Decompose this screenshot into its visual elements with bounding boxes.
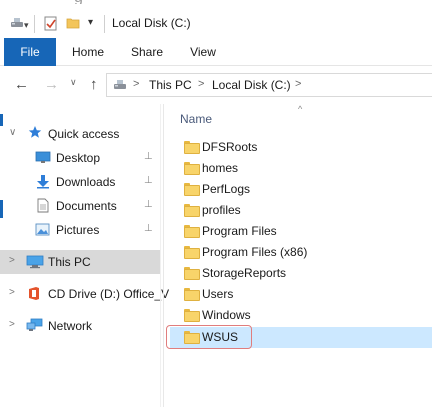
separator bbox=[34, 15, 35, 33]
nav-item-pictures[interactable]: Pictures ⊥ bbox=[0, 218, 160, 242]
folder-icon bbox=[184, 225, 200, 238]
back-arrow-icon[interactable]: ← bbox=[14, 76, 29, 93]
nav-item-label: Quick access bbox=[48, 127, 120, 141]
file-name: Program Files bbox=[202, 224, 277, 238]
tab-file[interactable]: File bbox=[4, 38, 56, 66]
folder-icon bbox=[184, 246, 200, 259]
list-item-dfsroots[interactable]: DFSRoots bbox=[170, 137, 432, 158]
address-bar[interactable]: > This PC > Local Disk (C:) > bbox=[106, 73, 432, 97]
nav-item-cd-drive[interactable]: > CD Drive (D:) Office_V bbox=[0, 282, 169, 306]
qa-dropdown-icon[interactable]: ▾ bbox=[24, 20, 29, 31]
nav-item-label: CD Drive (D:) Office_V bbox=[48, 287, 170, 301]
folder-icon bbox=[184, 183, 200, 196]
highlight-box bbox=[166, 325, 252, 349]
folder-icon bbox=[184, 162, 200, 175]
column-header-name[interactable]: Name bbox=[180, 112, 212, 126]
chevron-right-icon[interactable]: > bbox=[9, 287, 15, 298]
folder-icon bbox=[184, 141, 200, 154]
window-title: Local Disk (C:) bbox=[112, 16, 191, 30]
star-icon bbox=[28, 125, 42, 142]
file-list: ^ Name DFSRoots homes PerfLogs profiles … bbox=[164, 104, 432, 407]
pin-icon[interactable]: ⊥ bbox=[144, 223, 153, 234]
recent-locations-icon[interactable]: ∨ bbox=[70, 77, 77, 88]
file-name: Windows bbox=[202, 308, 251, 322]
nav-item-this-pc[interactable]: > This PC bbox=[0, 250, 160, 274]
nav-item-documents[interactable]: Documents ⊥ bbox=[0, 194, 160, 218]
nav-item-label: Downloads bbox=[56, 175, 116, 189]
folder-icon bbox=[184, 288, 200, 301]
list-item-profiles[interactable]: profiles bbox=[170, 200, 432, 221]
sort-indicator-icon: ^ bbox=[298, 104, 303, 114]
file-name: homes bbox=[202, 161, 239, 175]
documents-icon bbox=[37, 198, 49, 216]
up-arrow-icon[interactable]: ↑ bbox=[90, 76, 98, 93]
list-item-perflogs[interactable]: PerfLogs bbox=[170, 179, 432, 200]
pane-divider[interactable] bbox=[160, 104, 161, 407]
pictures-icon bbox=[35, 223, 50, 239]
list-item-users[interactable]: Users bbox=[170, 284, 432, 305]
nav-item-label: Pictures bbox=[56, 223, 100, 237]
nav-item-desktop[interactable]: Desktop ⊥ bbox=[0, 146, 160, 170]
file-name: StorageReports bbox=[202, 266, 287, 280]
nav-item-label: Desktop bbox=[56, 151, 101, 165]
title-bar: g ▾ ▾ Local Disk (C:) bbox=[0, 0, 432, 38]
nav-item-label: Network bbox=[48, 319, 93, 333]
pin-icon[interactable]: ⊥ bbox=[144, 175, 153, 186]
nav-item-label: Documents bbox=[56, 199, 117, 213]
chevron-right-icon[interactable]: > bbox=[9, 319, 15, 330]
title-fragment: g bbox=[74, 0, 144, 4]
customize-toolbar-icon[interactable]: ▾ bbox=[88, 17, 93, 28]
list-item-program-files-x86[interactable]: Program Files (x86) bbox=[170, 242, 432, 263]
breadcrumb-this-pc[interactable]: This PC bbox=[149, 78, 192, 92]
navigation-bar: ← → ∨ ↑ > This PC > Local Disk (C:) > bbox=[0, 66, 432, 104]
ribbon-tabs: File Home Share View bbox=[0, 38, 432, 66]
list-item-storagereports[interactable]: StorageReports bbox=[170, 263, 432, 284]
drive-icon bbox=[113, 79, 127, 94]
separator bbox=[104, 15, 105, 33]
breadcrumb-separator[interactable]: > bbox=[198, 78, 204, 90]
pin-icon[interactable]: ⊥ bbox=[144, 151, 153, 162]
new-folder-icon[interactable] bbox=[66, 16, 80, 33]
pin-icon[interactable]: ⊥ bbox=[144, 199, 153, 210]
file-name: Users bbox=[202, 287, 234, 301]
nav-item-network[interactable]: > Network bbox=[0, 314, 160, 338]
breadcrumb-separator[interactable]: > bbox=[295, 78, 301, 90]
list-item-windows[interactable]: Windows bbox=[170, 305, 432, 326]
folder-icon bbox=[184, 204, 200, 217]
nav-item-label: This PC bbox=[48, 255, 91, 269]
folder-icon bbox=[184, 267, 200, 280]
tab-view[interactable]: View bbox=[182, 38, 224, 66]
tab-home[interactable]: Home bbox=[66, 38, 110, 66]
navigation-pane: ∨ Quick access Desktop ⊥ Downloads ⊥ Doc… bbox=[0, 104, 169, 407]
drive-icon bbox=[10, 16, 24, 33]
file-name: Program Files (x86) bbox=[202, 245, 308, 259]
list-item-program-files[interactable]: Program Files bbox=[170, 221, 432, 242]
desktop-icon bbox=[35, 151, 51, 167]
breadcrumb-separator[interactable]: > bbox=[133, 78, 139, 90]
downloads-icon bbox=[36, 174, 50, 192]
chevron-down-icon[interactable]: ∨ bbox=[9, 127, 16, 138]
nav-item-quick-access[interactable]: ∨ Quick access bbox=[0, 122, 160, 146]
office-drive-icon bbox=[27, 286, 41, 304]
breadcrumb-local-disk[interactable]: Local Disk (C:) bbox=[212, 78, 291, 92]
forward-arrow-icon[interactable]: → bbox=[44, 76, 59, 93]
tab-share[interactable]: Share bbox=[124, 38, 170, 66]
file-name: profiles bbox=[202, 203, 241, 217]
folder-icon bbox=[184, 309, 200, 322]
file-name: PerfLogs bbox=[202, 182, 251, 196]
list-item-homes[interactable]: homes bbox=[170, 158, 432, 179]
properties-icon[interactable] bbox=[44, 16, 58, 34]
chevron-right-icon[interactable]: > bbox=[9, 255, 15, 266]
network-icon bbox=[26, 318, 43, 335]
nav-item-downloads[interactable]: Downloads ⊥ bbox=[0, 170, 160, 194]
computer-icon bbox=[26, 255, 44, 272]
file-name: DFSRoots bbox=[202, 140, 258, 154]
